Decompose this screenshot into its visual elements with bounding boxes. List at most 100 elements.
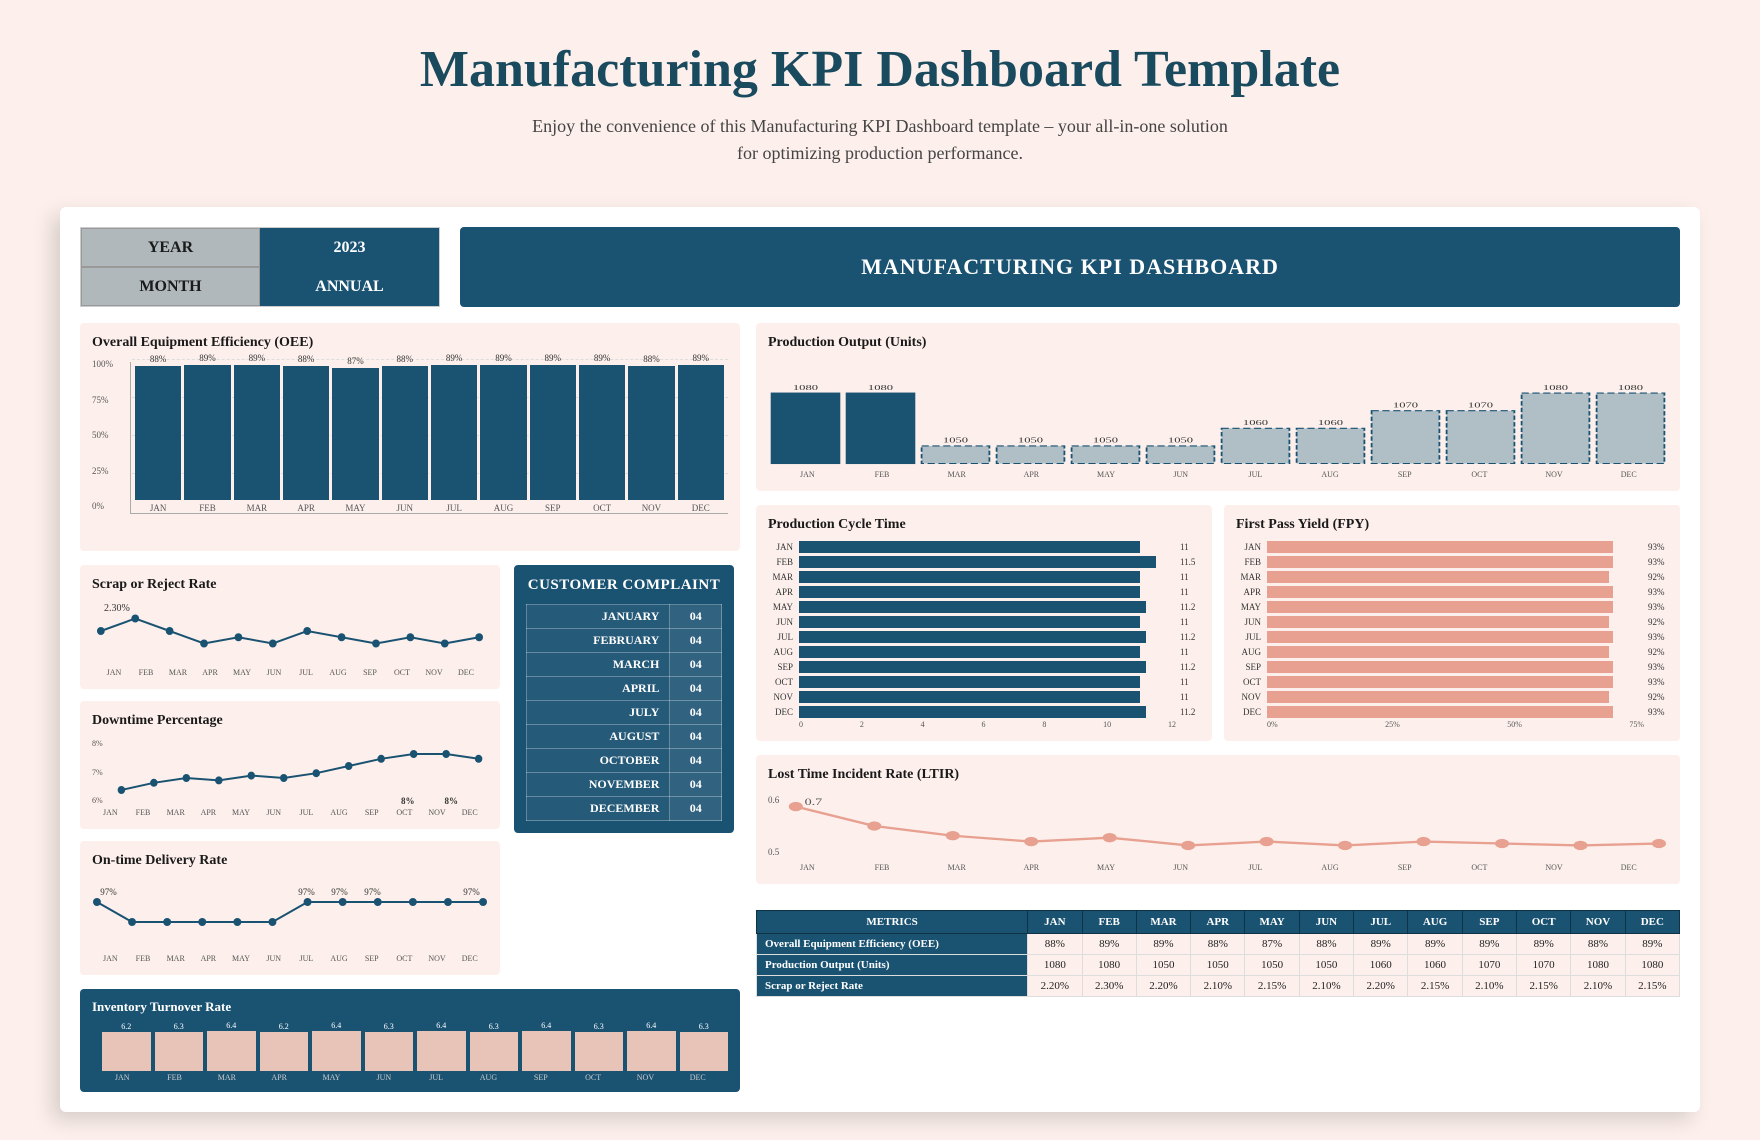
cycle-time-bar-row: DEC11.2 bbox=[768, 706, 1200, 718]
cycle-time-title: Production Cycle Time bbox=[768, 517, 1200, 533]
mid-left: Scrap or Reject Rate 2.30% JANFEBMARAPRM… bbox=[80, 565, 500, 975]
fpy-bar-row: JUL93% bbox=[1236, 631, 1668, 643]
svg-text:1050: 1050 bbox=[1168, 437, 1193, 445]
scrap-title: Scrap or Reject Rate bbox=[92, 577, 488, 593]
inventory-bar-col: 6.3 bbox=[155, 1022, 204, 1071]
oee-bar-col: 89%DEC bbox=[678, 353, 724, 513]
cycle-time-chart: JAN11FEB11.5MAR11APR11MAY11.2JUN11JUL11.… bbox=[768, 541, 1200, 718]
fpy-bar-row: FEB93% bbox=[1236, 556, 1668, 568]
oee-bar-col: 89%MAR bbox=[234, 353, 280, 513]
right-col: Production Output (Units) 1080 1080 1050 10… bbox=[756, 323, 1680, 1092]
fpy-box: First Pass Yield (FPY) JAN93% FEB93% MAR92… bbox=[1224, 505, 1680, 741]
ontime-title: On-time Delivery Rate bbox=[92, 853, 488, 869]
fpy-bar-row: MAR92% bbox=[1236, 571, 1668, 583]
inventory-bar-col: 6.3 bbox=[575, 1022, 624, 1071]
scrap-chart-box: Scrap or Reject Rate 2.30% JANFEBMARAPRM… bbox=[80, 565, 500, 689]
inventory-bar-col: 6.3 bbox=[365, 1022, 414, 1071]
fpy-bar-row: JUN92% bbox=[1236, 616, 1668, 628]
inventory-bar-col: 6.3 bbox=[680, 1022, 729, 1071]
fpy-bar-row: AUG92% bbox=[1236, 646, 1668, 658]
downtime-chart-box: Downtime Percentage 8% 7% 6% 8% bbox=[80, 701, 500, 829]
svg-text:0.7: 0.7 bbox=[805, 796, 823, 807]
scrap-months: JANFEBMARAPRMAYJUNJULAUGSEPOCTNOVDEC bbox=[96, 668, 484, 677]
complaint-row: JANUARY04 bbox=[527, 605, 722, 629]
inventory-bar-col: 6.3 bbox=[470, 1022, 519, 1071]
complaint-row: NOVEMBER04 bbox=[527, 773, 722, 797]
inventory-chart: 6.26.36.46.26.46.36.46.36.46.36.46.3 bbox=[92, 1021, 728, 1071]
month-value: ANNUAL bbox=[260, 267, 439, 306]
fpy-bar-row: APR93% bbox=[1236, 586, 1668, 598]
bottom-table-row: Production Output (Units)108010801050105… bbox=[757, 955, 1680, 976]
fpy-title: First Pass Yield (FPY) bbox=[1236, 517, 1668, 533]
cycle-time-bar-row: AUG11 bbox=[768, 646, 1200, 658]
oee-bar-col: 88%APR bbox=[283, 354, 329, 513]
oee-bar-col: 88%NOV bbox=[628, 354, 674, 513]
inventory-bar-col: 6.4 bbox=[522, 1021, 571, 1071]
fpy-x-axis: 0% 25% 50% 75% bbox=[1236, 720, 1668, 729]
svg-text:1050: 1050 bbox=[943, 437, 968, 445]
oee-chart: 100% 75% 50% 25% 0% 88%JAN89%FEB89%MAR88… bbox=[92, 359, 728, 539]
cycle-time-bar-row: JUN11 bbox=[768, 616, 1200, 628]
ltir-months: JANFEBMARAPRMAYJUNJULAUGSEPOCTNOVDEC bbox=[768, 863, 1668, 872]
bottom-table-row: Overall Equipment Efficiency (OEE)88%89%… bbox=[757, 934, 1680, 955]
page-header: Manufacturing KPI Dashboard Template Enj… bbox=[0, 0, 1760, 187]
inventory-months: JANFEBMARAPRMAYJUNJULAUGSEPOCTNOVDEC bbox=[92, 1073, 728, 1082]
downtime-chart: 8% 7% 6% 8% 8% JANFEBMARAPRMAY bbox=[92, 737, 488, 817]
inventory-bar-col: 6.4 bbox=[312, 1021, 361, 1071]
fpy-bar-row: SEP93% bbox=[1236, 661, 1668, 673]
fpy-bar-row: JAN93% bbox=[1236, 541, 1668, 553]
complaint-box: CUSTOMER COMPLAINT JANUARY04FEBRUARY04MA… bbox=[514, 565, 734, 975]
inventory-bar-col: 6.4 bbox=[207, 1021, 256, 1071]
mid-row: Scrap or Reject Rate 2.30% JANFEBMARAPRM… bbox=[80, 565, 740, 975]
scrap-chart: 2.30% JANFEBMARAPRMAYJUNJULAUGSEPOCTNOVD… bbox=[92, 601, 488, 677]
oee-bar-col: 88%JUN bbox=[382, 354, 428, 513]
oee-bar-col: 89%SEP bbox=[530, 353, 576, 513]
page-subtitle: Enjoy the convenience of this Manufactur… bbox=[530, 113, 1230, 167]
production-output-title: Production Output (Units) bbox=[768, 335, 1668, 351]
inventory-bar-col: 6.4 bbox=[627, 1021, 676, 1071]
main-content: Overall Equipment Efficiency (OEE) 100% … bbox=[80, 323, 1680, 1092]
cycle-time-bar-row: OCT11 bbox=[768, 676, 1200, 688]
complaint-row: FEBRUARY04 bbox=[527, 629, 722, 653]
cycle-time-box: Production Cycle Time JAN11FEB11.5MAR11A… bbox=[756, 505, 1212, 741]
complaint-row: JULY04 bbox=[527, 701, 722, 725]
scrap-line-chart bbox=[96, 601, 484, 661]
inventory-box: Inventory Turnover Rate 6.26.36.46.26.46… bbox=[80, 989, 740, 1092]
svg-text:1070: 1070 bbox=[1393, 402, 1418, 410]
svg-text:1080: 1080 bbox=[868, 384, 893, 392]
fpy-bar-row: NOV92% bbox=[1236, 691, 1668, 703]
left-col: Overall Equipment Efficiency (OEE) 100% … bbox=[80, 323, 740, 1092]
page-title: Manufacturing KPI Dashboard Template bbox=[20, 40, 1740, 99]
production-output-box: Production Output (Units) 1080 1080 1050 10… bbox=[756, 323, 1680, 491]
oee-bar-col: 89%OCT bbox=[579, 353, 625, 513]
oee-title: Overall Equipment Efficiency (OEE) bbox=[92, 335, 728, 351]
ontime-months: JANFEBMARAPRMAYJUNJULAUGSEPOCTNOVDEC bbox=[92, 954, 488, 963]
oee-bar-col: 89%JUL bbox=[431, 353, 477, 513]
downtime-months: JANFEBMARAPRMAYJUNJULAUGSEPOCTNOVDEC bbox=[92, 808, 488, 817]
cycle-time-bar-row: SEP11.2 bbox=[768, 661, 1200, 673]
oee-bar-col: 89%AUG bbox=[480, 353, 526, 513]
oee-bar-col: 89%FEB bbox=[184, 353, 230, 513]
oee-bar-col: 88%JAN bbox=[135, 354, 181, 513]
dashboard-outer: YEAR 2023 MONTH ANNUAL MANUFACTURING KPI… bbox=[60, 207, 1700, 1112]
cycle-time-bar-row: JUL11.2 bbox=[768, 631, 1200, 643]
year-value: 2023 bbox=[260, 228, 439, 267]
cycle-time-x-axis: 0 2 4 6 8 10 12 bbox=[768, 720, 1200, 729]
bottom-table: METRICSJANFEBMARAPRMAYJUNJULAUGSEPOCTNOV… bbox=[756, 910, 1680, 997]
oee-bar-col: 87%MAY bbox=[332, 356, 378, 513]
complaint-row: DECEMBER04 bbox=[527, 797, 722, 821]
top-row: YEAR 2023 MONTH ANNUAL MANUFACTURING KPI… bbox=[80, 227, 1680, 307]
complaint-row: AUGUST04 bbox=[527, 725, 722, 749]
scrap-highlight: 2.30% bbox=[104, 603, 130, 614]
inventory-bar-col: 6.2 bbox=[260, 1022, 309, 1071]
svg-text:1080: 1080 bbox=[1543, 384, 1568, 392]
year-month-box: YEAR 2023 MONTH ANNUAL bbox=[80, 227, 440, 307]
fpy-bar-row: OCT93% bbox=[1236, 676, 1668, 688]
svg-text:1060: 1060 bbox=[1243, 419, 1268, 427]
ontime-chart-box: On-time Delivery Rate 97%97%97%97%97% JA… bbox=[80, 841, 500, 975]
inventory-bar-col: 6.2 bbox=[102, 1022, 151, 1071]
ltir-svg: 0.7 bbox=[787, 791, 1668, 861]
ontime-chart: 97%97%97%97%97% JANFEBMARAPRMAYJUNJULAUG… bbox=[92, 877, 488, 963]
complaint-row: APRIL04 bbox=[527, 677, 722, 701]
downtime-title: Downtime Percentage bbox=[92, 713, 488, 729]
